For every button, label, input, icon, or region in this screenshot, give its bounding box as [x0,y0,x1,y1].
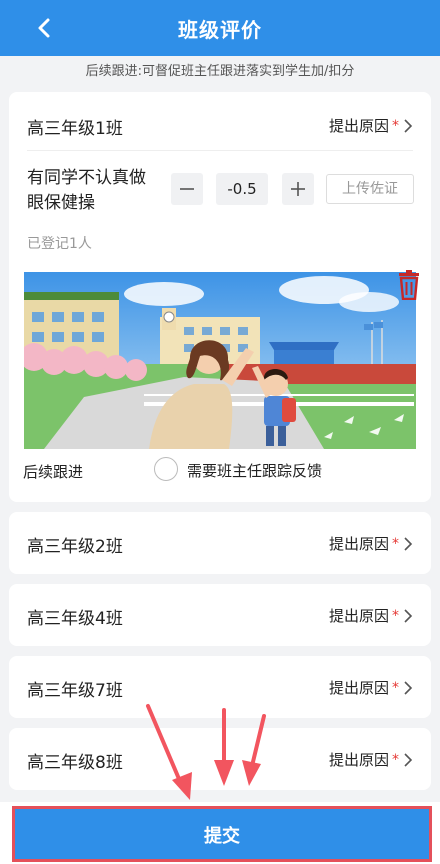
registered-count: 已登记1人 [27,236,92,252]
required-mark: * [392,535,399,552]
plus-icon [291,182,305,196]
class-card[interactable]: 高三年级2班 提出原因 * [9,512,431,574]
reason-link[interactable]: 提出原因 * [329,115,413,136]
trash-icon[interactable] [396,270,422,300]
page-title: 班级评价 [178,17,262,42]
follow-up-option-label[interactable]: 需要班主任跟踪反馈 [187,460,322,481]
reason-label: 提出原因 [328,607,389,625]
reason-link[interactable]: 提出原因 * [329,677,413,698]
class-name: 高三年级7班 [27,681,123,701]
chevron-right-icon [404,752,413,767]
evaluation-item-text: 有同学不认真做眼保健操 [27,168,146,213]
reason-label: 提出原因 [328,751,389,769]
increment-button[interactable] [282,173,314,205]
class-name: 高三年级8班 [27,753,123,773]
evidence-photo[interactable] [24,272,416,449]
reason-label: 提出原因 [328,117,389,135]
reason-link[interactable]: 提出原因 * [329,749,413,770]
chevron-right-icon [404,536,413,551]
chevron-right-icon [404,680,413,695]
submit-button[interactable]: 提交 [12,806,432,862]
class-name: 高三年级2班 [27,537,123,557]
submit-bar: 提交 [0,802,440,864]
class-card[interactable]: 高三年级7班 提出原因 * [9,656,431,718]
follow-up-notice: 后续跟进:可督促班主任跟进落实到学生加/扣分 [85,64,355,79]
upload-evidence-button[interactable]: 上传佐证 [326,174,414,204]
required-mark: * [392,117,399,134]
class-card-expanded: 高三年级1班 提出原因 * 有同学不认真做眼保健操 -0.5 上传佐证 已登记1… [9,92,431,502]
required-mark: * [392,607,399,624]
chevron-left-icon[interactable] [30,14,58,42]
required-mark: * [392,679,399,696]
follow-up-radio[interactable] [154,457,178,481]
reason-link[interactable]: 提出原因 * [329,533,413,554]
score-value[interactable]: -0.5 [216,173,268,205]
class-card[interactable]: 高三年级8班 提出原因 * [9,728,431,790]
class-name: 高三年级1班 [27,119,123,139]
divider [27,150,413,151]
follow-up-label: 后续跟进 [23,463,84,481]
chevron-right-icon [404,118,413,133]
reason-label: 提出原因 [328,535,389,553]
required-mark: * [392,751,399,768]
decrement-button[interactable] [171,173,203,205]
class-name: 高三年级4班 [27,609,123,629]
chevron-right-icon [404,608,413,623]
class-card[interactable]: 高三年级4班 提出原因 * [9,584,431,646]
reason-link[interactable]: 提出原因 * [329,605,413,626]
minus-icon [180,188,194,190]
app-header: 班级评价 [0,0,440,56]
reason-label: 提出原因 [328,679,389,697]
